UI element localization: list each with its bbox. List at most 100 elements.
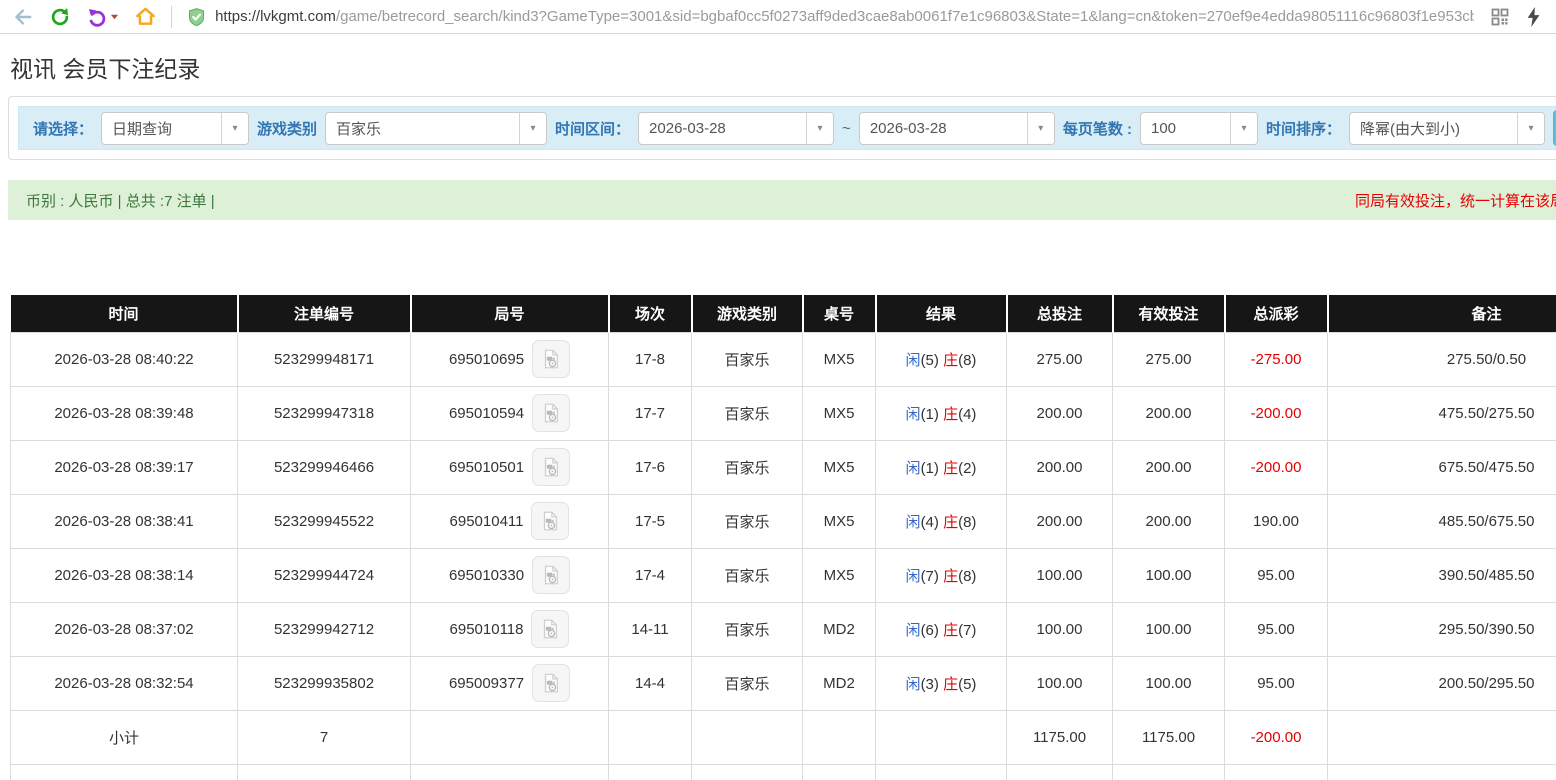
game-type-label: 游戏类别 [257, 118, 317, 139]
page-size-label: 每页笔数 : [1063, 118, 1132, 139]
result-banker-score: (5) [958, 676, 976, 693]
cell-remark: 475.50/275.50 [1328, 386, 1556, 440]
back-icon[interactable] [10, 5, 34, 29]
cell-bet-id: 523299935802 [238, 656, 411, 710]
cell-bet-id: 523299945522 [238, 494, 411, 548]
table-row: 2026-03-28 08:39:48 523299947318 6950105… [11, 386, 1556, 440]
cell-round: 695010695 [411, 332, 609, 386]
cell-game: 百家乐 [692, 548, 803, 602]
total-row: 总计 7 1175.00 1175.00 -200.00 [11, 764, 1556, 780]
result-banker-score: (2) [958, 460, 976, 477]
cell-round: 695010594 [411, 386, 609, 440]
video-replay-button[interactable] [531, 610, 569, 648]
result-player: 闲 [906, 514, 921, 531]
cell-game: 百家乐 [692, 440, 803, 494]
result-banker: 庄 [943, 352, 958, 369]
cell-session: 17-7 [609, 386, 692, 440]
cell-remark: 275.50/0.50 [1328, 332, 1556, 386]
cell-bet-id: 523299944724 [238, 548, 411, 602]
cell-total-bet: 100.00 [1007, 656, 1113, 710]
chevron-down-icon[interactable]: ▾ [806, 113, 833, 144]
video-replay-button[interactable] [532, 394, 570, 432]
video-replay-button[interactable] [532, 448, 570, 486]
cell-result: 闲(7) 庄(8) [876, 548, 1007, 602]
page-size-select[interactable]: 100 ▾ [1140, 112, 1258, 145]
lightning-icon[interactable] [1522, 5, 1546, 29]
chevron-down-icon[interactable]: ▾ [519, 113, 546, 144]
header-table-no: 桌号 [803, 295, 876, 332]
page-title: 视讯 会员下注纪录 [10, 50, 1556, 84]
result-banker: 庄 [943, 676, 958, 693]
header-round-id: 局号 [411, 295, 609, 332]
cell-payout: -200.00 [1225, 440, 1328, 494]
result-player: 闲 [906, 568, 921, 585]
cell-valid-bet: 100.00 [1113, 656, 1225, 710]
round-id: 695010330 [449, 567, 524, 584]
result-banker-score: (8) [958, 514, 976, 531]
cell-round: 695010330 [411, 548, 609, 602]
cell-round: 695010501 [411, 440, 609, 494]
cell-valid-bet: 200.00 [1113, 440, 1225, 494]
sort-select[interactable]: 降幂(由大到小) ▾ [1349, 112, 1545, 145]
result-player: 闲 [906, 406, 921, 423]
cell-payout: -200.00 [1225, 386, 1328, 440]
cell-payout: 95.00 [1225, 656, 1328, 710]
cell-session: 17-6 [609, 440, 692, 494]
qr-code-icon[interactable] [1488, 5, 1512, 29]
total-label: 总计 [11, 764, 238, 780]
undo-button[interactable] [86, 6, 119, 28]
chevron-down-icon[interactable]: ▾ [221, 113, 248, 144]
refresh-icon[interactable] [48, 5, 72, 29]
tilde-separator: ~ [842, 120, 851, 137]
filter-panel: 请选择： 日期查询 ▾ 游戏类别 百家乐 ▾ 时间区间： 2026-03-28 … [8, 96, 1556, 160]
cell-remark: 200.50/295.50 [1328, 656, 1556, 710]
cell-remark: 675.50/475.50 [1328, 440, 1556, 494]
round-id: 695010594 [449, 405, 524, 422]
game-type-select[interactable]: 百家乐 ▾ [325, 112, 547, 145]
result-player-score: (7) [921, 568, 939, 585]
home-icon[interactable] [133, 5, 157, 29]
subtotal-valid-bet: 1175.00 [1113, 710, 1225, 764]
header-result: 结果 [876, 295, 1007, 332]
date-from-select[interactable]: 2026-03-28 ▾ [638, 112, 834, 145]
chevron-down-icon[interactable]: ▾ [1517, 113, 1544, 144]
round-id: 695010501 [449, 459, 524, 476]
result-banker: 庄 [943, 406, 958, 423]
cell-time: 2026-03-28 08:40:22 [11, 332, 238, 386]
table-row: 2026-03-28 08:32:54 523299935802 6950093… [11, 656, 1556, 710]
cell-result: 闲(6) 庄(7) [876, 602, 1007, 656]
summary-notice: 同局有效投注，统一计算在该局第一笔注单 [1355, 190, 1556, 211]
table-row: 2026-03-28 08:39:17 523299946466 6950105… [11, 440, 1556, 494]
bet-records-table: 时间 注单编号 局号 场次 游戏类别 桌号 结果 总投注 有效投注 总派彩 备注… [10, 295, 1556, 780]
security-shield-icon[interactable] [186, 6, 207, 28]
cell-table-no: MD2 [803, 656, 876, 710]
result-player: 闲 [906, 622, 921, 639]
cell-time: 2026-03-28 08:32:54 [11, 656, 238, 710]
video-replay-button[interactable] [531, 502, 569, 540]
cell-result: 闲(3) 庄(5) [876, 656, 1007, 710]
summary-bar: 币别 : 人民币 | 总共 :7 注单 | 同局有效投注，统一计算在该局第一笔注… [8, 180, 1556, 220]
cell-result: 闲(1) 庄(2) [876, 440, 1007, 494]
table-row: 2026-03-28 08:38:14 523299944724 6950103… [11, 548, 1556, 602]
header-session: 场次 [609, 295, 692, 332]
address-bar[interactable]: https://lvkgmt.com/game/betrecord_search… [186, 6, 1474, 28]
cell-total-bet: 100.00 [1007, 548, 1113, 602]
video-replay-button[interactable] [532, 664, 570, 702]
url-text[interactable]: https://lvkgmt.com/game/betrecord_search… [215, 8, 1474, 25]
result-banker-score: (7) [958, 622, 976, 639]
chevron-down-icon[interactable]: ▾ [1230, 113, 1257, 144]
cell-bet-id: 523299946466 [238, 440, 411, 494]
cell-bet-id: 523299947318 [238, 386, 411, 440]
sort-label: 时间排序： [1266, 118, 1341, 139]
date-to-select[interactable]: 2026-03-28 ▾ [859, 112, 1055, 145]
cell-total-bet: 200.00 [1007, 386, 1113, 440]
video-replay-button[interactable] [532, 340, 570, 378]
cell-payout: 95.00 [1225, 548, 1328, 602]
video-replay-button[interactable] [532, 556, 570, 594]
round-id: 695010118 [450, 621, 524, 638]
query-type-select[interactable]: 日期查询 ▾ [101, 112, 249, 145]
result-banker-score: (8) [958, 568, 976, 585]
cell-remark: 295.50/390.50 [1328, 602, 1556, 656]
cell-table-no: MX5 [803, 548, 876, 602]
chevron-down-icon[interactable]: ▾ [1027, 113, 1054, 144]
